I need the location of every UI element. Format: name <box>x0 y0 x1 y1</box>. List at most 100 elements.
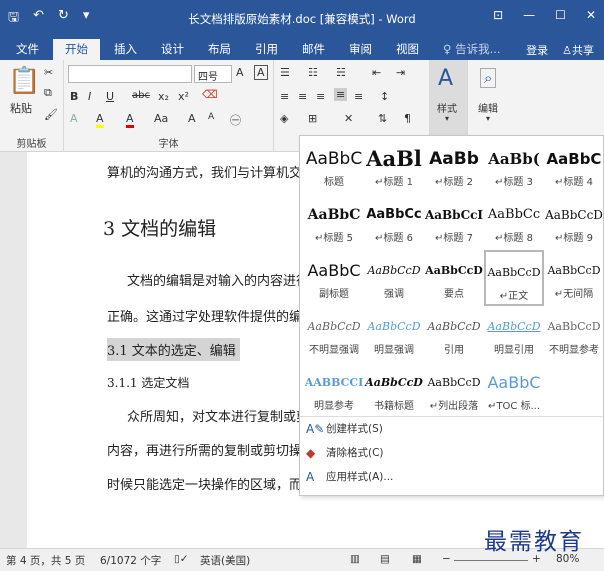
align-right-icon[interactable]: ≡ <box>316 90 325 103</box>
style-item[interactable]: AaBbCcI ↵标题 7 <box>424 194 484 250</box>
multilevel-list-icon[interactable]: ☵ <box>336 66 346 79</box>
style-item[interactable]: AaBbCc ↵标题 6 <box>364 194 424 250</box>
style-item[interactable]: AaBbCcD ↵列出段落 <box>424 362 484 418</box>
style-item[interactable]: AaBbC ↵标题 4 <box>544 138 604 194</box>
format-painter-icon[interactable]: 🖌 <box>44 108 58 121</box>
highlight-button[interactable]: A <box>96 112 104 128</box>
zoom-slider[interactable] <box>454 560 528 561</box>
tab-view[interactable]: 视图 <box>384 39 431 60</box>
tab-mailings[interactable]: 邮件 <box>290 39 337 60</box>
tab-home[interactable]: 开始 <box>53 39 100 60</box>
style-item[interactable]: AaBbCcD ↵正文 <box>484 250 544 306</box>
tab-layout[interactable]: 布局 <box>196 39 243 60</box>
cut-icon[interactable]: ✂ <box>44 66 53 79</box>
tell-me-box[interactable]: ♀ 告诉我... <box>431 39 513 60</box>
text-effects-button[interactable]: A <box>70 112 78 125</box>
styles-icon[interactable]: A <box>438 66 453 91</box>
read-mode-icon[interactable]: ▥ <box>350 553 360 565</box>
superscript-button[interactable]: x² <box>178 90 189 103</box>
tab-review[interactable]: 审阅 <box>337 39 384 60</box>
chinese-layout-icon[interactable]: ✕ <box>344 112 353 125</box>
grow-font-icon[interactable]: A <box>236 66 244 79</box>
close-icon[interactable]: ✕ <box>586 8 596 22</box>
zoom-out-icon[interactable]: − <box>442 553 451 565</box>
tab-references[interactable]: 引用 <box>243 39 290 60</box>
underline-button[interactable]: U <box>106 90 114 103</box>
sort-icon[interactable]: ⇅ <box>378 112 387 125</box>
align-left-icon[interactable]: ≡ <box>280 90 289 103</box>
style-item[interactable]: AaBb ↵标题 2 <box>424 138 484 194</box>
clear-format-icon[interactable]: ⌫ <box>202 88 218 101</box>
clear-format-item[interactable]: ◆ 清除格式(C) <box>300 441 603 465</box>
strikethrough-button[interactable]: abc <box>132 90 150 101</box>
font-size-box[interactable]: 四号 <box>194 65 232 83</box>
print-layout-icon[interactable]: ▤ <box>380 553 390 565</box>
show-marks-icon[interactable]: ¶ <box>404 112 411 125</box>
paste-icon[interactable]: 📋 <box>8 66 40 96</box>
style-item[interactable]: AaBbC 副标题 <box>304 250 364 306</box>
styles-menu: A✎ 创建样式(S) ◆ 清除格式(C) A 应用样式(A)... <box>300 416 603 489</box>
style-item[interactable]: AaBbCcD 明显引用 <box>484 306 544 362</box>
style-item[interactable]: AaBbCcD 引用 <box>424 306 484 362</box>
minimize-icon[interactable]: — <box>523 8 535 22</box>
style-item[interactable]: AaBbCcD 不明显参考 <box>544 306 604 362</box>
tab-insert[interactable]: 插入 <box>102 39 149 60</box>
change-case-button[interactable]: Aa <box>154 112 168 125</box>
style-item[interactable]: AaBb(↵标题 3 <box>484 138 544 194</box>
style-item[interactable]: AaBbCc ↵标题 8 <box>484 194 544 250</box>
style-item[interactable]: AaBbCcD ↵无间隔 <box>544 250 604 306</box>
ribbon-display-icon[interactable]: ⊡ <box>493 8 503 22</box>
style-item[interactable]: AaBbC ↵标题 5 <box>304 194 364 250</box>
language-indicator[interactable]: 英语(美国) <box>200 553 250 568</box>
increase-indent-icon[interactable]: ⇥ <box>396 66 405 79</box>
paste-button[interactable]: 粘贴 <box>10 100 32 116</box>
doc-line: 内容，再进行所需的复制或剪切操 <box>107 444 303 459</box>
style-item[interactable]: AaBbCcD 书籍标题 <box>364 362 424 418</box>
font-color-button[interactable]: A <box>126 112 134 128</box>
style-item[interactable]: AaBbC ↵TOC 标... <box>484 362 544 418</box>
copy-icon[interactable]: ⧉ <box>44 86 52 100</box>
bold-button[interactable]: B <box>70 90 78 103</box>
style-name: 副标题 <box>319 289 349 300</box>
page-count[interactable]: 第 4 页，共 5 页 <box>6 553 85 568</box>
style-item[interactable]: AaBbCcD ↵标题 9 <box>544 194 604 250</box>
find-icon[interactable]: ⌕ <box>480 68 497 88</box>
tab-design[interactable]: 设计 <box>149 39 196 60</box>
decrease-indent-icon[interactable]: ⇤ <box>372 66 381 79</box>
subscript-button[interactable]: x₂ <box>158 90 169 103</box>
word-count[interactable]: 6/1072 个字 <box>100 553 161 568</box>
bullets-icon[interactable]: ☰ <box>280 66 290 79</box>
style-item[interactable]: AaBbCcD 强调 <box>364 250 424 306</box>
style-item[interactable]: AABBCCI 明显参考 <box>304 362 364 418</box>
increase-font-button[interactable]: A <box>188 112 196 125</box>
style-item[interactable]: AaBbCcD 明显强调 <box>364 306 424 362</box>
styles-button[interactable]: 样式 <box>437 100 457 115</box>
line-spacing-icon[interactable]: ↕ <box>380 90 389 103</box>
proofing-icon[interactable]: ▯✓ <box>174 553 189 565</box>
style-item[interactable]: AaBbCcD 要点 <box>424 250 484 306</box>
justify-icon[interactable]: ≡ <box>334 88 348 101</box>
italic-button[interactable]: I <box>88 90 91 103</box>
decrease-font-button[interactable]: A <box>208 112 214 122</box>
apply-style-item[interactable]: A 应用样式(A)... <box>300 465 603 489</box>
web-layout-icon[interactable]: ▦ <box>412 553 422 565</box>
login-link[interactable]: 登录 <box>526 42 548 58</box>
tab-file[interactable]: 文件 <box>4 39 51 60</box>
doc-line: 3.1.1 选定文档 <box>107 376 190 390</box>
maximize-icon[interactable]: ☐ <box>555 8 566 22</box>
shading-icon[interactable]: ◈ <box>280 112 288 125</box>
distributed-icon[interactable]: ≡ <box>354 90 363 103</box>
font-name-box[interactable] <box>68 65 192 83</box>
editing-button[interactable]: 编辑 <box>478 100 498 115</box>
borders-icon[interactable]: ⊞ <box>308 112 317 125</box>
share-button[interactable]: ♙共享 <box>562 42 594 58</box>
style-item[interactable]: AaBl ↵标题 1 <box>364 138 424 194</box>
style-item[interactable]: AaBbC 标题 <box>304 138 364 194</box>
enclose-char-icon[interactable]: ㊀ <box>230 112 241 128</box>
eraser-icon: ◆ <box>306 446 316 460</box>
align-center-icon[interactable]: ≡ <box>298 90 307 103</box>
numbering-icon[interactable]: ☷ <box>308 66 318 79</box>
char-border-icon[interactable]: A <box>254 65 268 80</box>
style-item[interactable]: AaBbCcD 不明显强调 <box>304 306 364 362</box>
create-style-item[interactable]: A✎ 创建样式(S) <box>300 417 603 441</box>
